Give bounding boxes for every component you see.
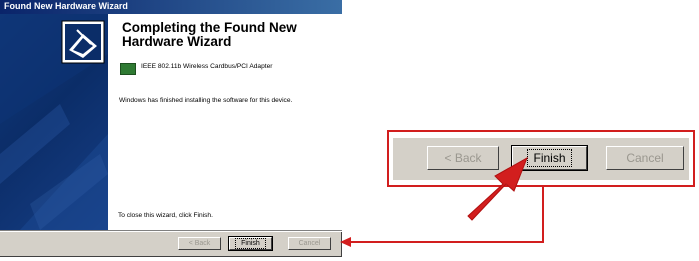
annotation-overlay [340, 156, 544, 247]
connector-line [340, 187, 544, 247]
red-pointer-arrow [467, 156, 528, 221]
